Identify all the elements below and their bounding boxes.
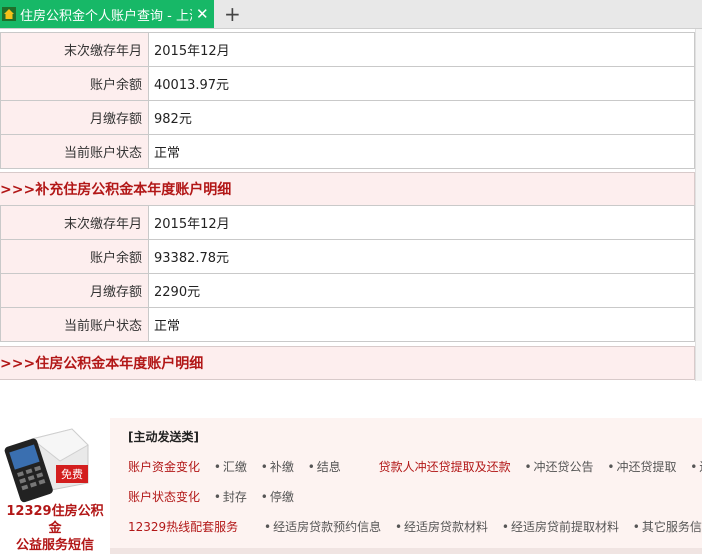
scrollbar[interactable] (695, 29, 702, 381)
house-icon (2, 7, 16, 21)
section-annual-header[interactable]: >>>住房公积金本年度账户明细 (0, 346, 695, 380)
table-row: 末次缴存年月 2015年12月 (0, 205, 695, 240)
service-item[interactable]: 其它服务信息 (642, 520, 702, 534)
field-value: 正常 (148, 134, 695, 169)
tab-title: 住房公积金个人账户查询 - 上海住 (20, 8, 192, 24)
promo-bottom-band (110, 548, 702, 554)
field-value: 2290元 (148, 273, 695, 308)
sms-promo-title: 12329住房公积金 公益服务短信 (0, 503, 110, 554)
field-label: 末次缴存年月 (0, 32, 149, 67)
phone-envelope-icon: 免费 (4, 428, 89, 503)
sms-service-list: [主动发送类] 账户资金变化 • 汇缴 • 补缴 • 结息 贷款人冲还贷提取及还款 •… (110, 418, 702, 552)
service-item[interactable]: 经适房贷款材料 (404, 520, 488, 534)
field-label: 账户余额 (0, 66, 149, 101)
table-row: 账户余额 93382.78元 (0, 239, 695, 274)
service-item[interactable]: 结息 (317, 460, 341, 474)
free-badge-text: 免费 (61, 467, 83, 481)
field-value: 正常 (148, 307, 695, 342)
service-item[interactable]: 补缴 (270, 460, 294, 474)
field-value: 93382.78元 (148, 239, 695, 274)
field-label: 当前账户状态 (0, 134, 149, 169)
field-label: 月缴存额 (0, 273, 149, 308)
account-basic-table: 末次缴存年月 2015年12月 账户余额 40013.97元 月缴存额 982元… (0, 32, 695, 169)
browser-tab-bar: 住房公积金个人账户查询 - 上海住 ✕ + (0, 0, 702, 29)
service-item[interactable]: 经适房贷款预约信息 (273, 520, 381, 534)
table-row: 月缴存额 2290元 (0, 273, 695, 308)
service-item[interactable]: 停缴 (270, 490, 294, 504)
category-link[interactable]: 12329热线配套服务 (128, 520, 238, 534)
service-item[interactable]: 冲还贷公告 (534, 460, 594, 474)
category-link[interactable]: 账户资金变化 (128, 460, 200, 474)
table-row: 当前账户状态 正常 (0, 134, 695, 169)
service-item[interactable]: 经适房贷前提取材料 (511, 520, 619, 534)
account-supplementary-table: 末次缴存年月 2015年12月 账户余额 93382.78元 月缴存额 2290… (0, 205, 695, 342)
promo-row: 账户状态变化 • 封存 • 停缴 (128, 490, 294, 504)
table-row: 月缴存额 982元 (0, 100, 695, 135)
new-tab-button[interactable]: + (224, 2, 241, 26)
promo-title-line2: 公益服务短信 (15, 538, 94, 553)
section-supplementary-header[interactable]: >>>补充住房公积金本年度账户明细 (0, 172, 695, 206)
field-value: 2015年12月 (148, 205, 695, 240)
field-value: 40013.97元 (148, 66, 695, 101)
service-item[interactable]: 冲还贷提取 (616, 460, 676, 474)
table-row: 当前账户状态 正常 (0, 307, 695, 342)
category-link[interactable]: 账户状态变化 (128, 490, 200, 504)
service-item[interactable]: 汇缴 (223, 460, 247, 474)
close-icon[interactable]: ✕ (196, 6, 209, 22)
field-label: 末次缴存年月 (0, 205, 149, 240)
field-value: 982元 (148, 100, 695, 135)
promo-heading: [主动发送类] (128, 430, 199, 444)
field-value: 2015年12月 (148, 32, 695, 67)
category-link[interactable]: 贷款人冲还贷提取及还款 (379, 460, 511, 474)
promo-title-line1: 12329住房公积金 (6, 504, 104, 536)
browser-tab-active[interactable]: 住房公积金个人账户查询 - 上海住 ✕ (0, 0, 214, 28)
promo-row: 账户资金变化 • 汇缴 • 补缴 • 结息 贷款人冲还贷提取及还款 • 冲还贷公告 • 冲… (128, 458, 702, 475)
field-label: 当前账户状态 (0, 307, 149, 342)
field-label: 月缴存额 (0, 100, 149, 135)
table-row: 末次缴存年月 2015年12月 (0, 32, 695, 67)
table-row: 账户余额 40013.97元 (0, 66, 695, 101)
promo-row: 12329热线配套服务 • 经适房贷款预约信息 • 经适房贷款材料 • 经适房贷前提取… (128, 518, 702, 535)
field-label: 账户余额 (0, 239, 149, 274)
service-item[interactable]: 封存 (223, 490, 247, 504)
